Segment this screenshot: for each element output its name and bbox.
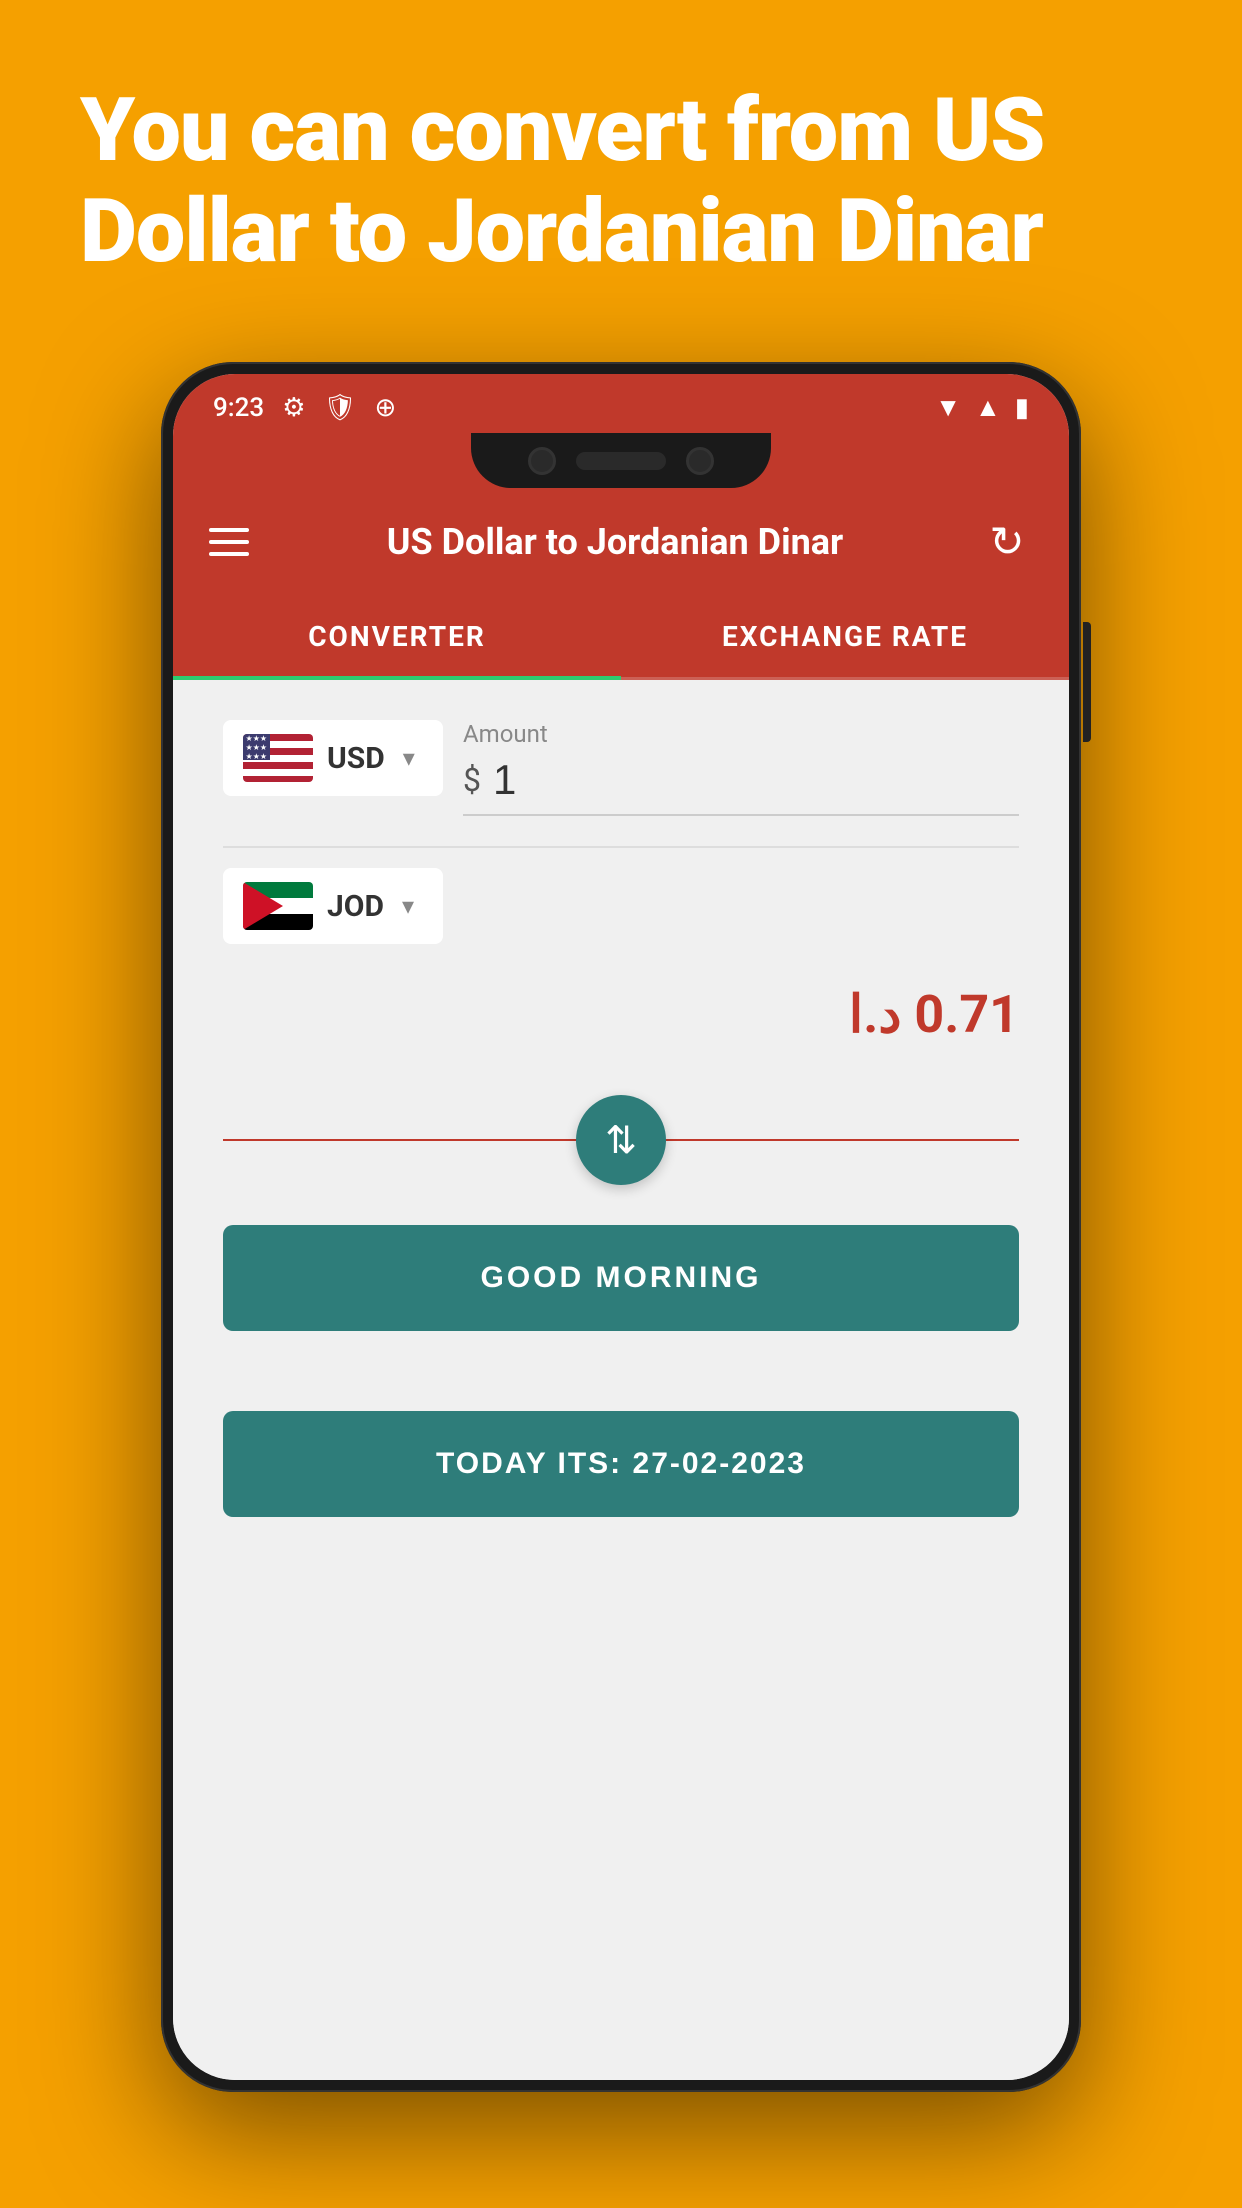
status-right: ▼ ▲ ▮ (935, 392, 1029, 423)
phone-frame: 9:23 ⚙ 🛡 ⊕ ▼ ▲ ▮ (161, 362, 1081, 2092)
tab-exchange-rate[interactable]: EXCHANGE RATE (621, 596, 1069, 677)
tab-converter[interactable]: CONVERTER (173, 596, 621, 677)
hamburger-menu[interactable] (209, 528, 249, 556)
swap-container: ⇅ (223, 1095, 1019, 1185)
wifi-icon: ▼ (935, 392, 961, 423)
hamburger-line-3 (209, 552, 249, 556)
amount-input-row: $ (463, 756, 1019, 816)
converter-content: ★★★★★★★★★ USD ▾ Amount $ (173, 680, 1069, 2080)
usd-selector[interactable]: ★★★★★★★★★ USD ▾ (223, 720, 443, 796)
status-time: 9:23 (213, 393, 264, 423)
swap-arrows-icon: ⇅ (605, 1118, 637, 1163)
jod-flag (243, 882, 313, 930)
usd-stripe-7 (243, 776, 313, 783)
app-title: US Dollar to Jordanian Dinar (387, 521, 843, 563)
earpiece-speaker (576, 452, 666, 470)
battery-icon: ▮ (1015, 393, 1029, 423)
hero-text: You can convert from US Dollar to Jordan… (0, 0, 1242, 342)
amount-section: Amount $ (463, 720, 1019, 816)
notch-area (173, 433, 1069, 488)
status-bar: 9:23 ⚙ 🛡 ⊕ ▼ ▲ ▮ (173, 374, 1069, 433)
shield-icon: 🛡 (324, 393, 357, 423)
today-date-button[interactable]: TODAY ITS: 27-02-2023 (223, 1411, 1019, 1517)
tab-bar: CONVERTER EXCHANGE RATE (173, 596, 1069, 680)
usd-symbol: $ (463, 761, 481, 799)
amount-input[interactable] (493, 756, 693, 804)
front-camera-right (686, 447, 714, 475)
gear-icon: ⚙ (282, 393, 305, 423)
jod-result: 0.71 د.ا (223, 974, 1019, 1065)
refresh-button[interactable]: ↻ (981, 516, 1033, 568)
phone-screen: 9:23 ⚙ 🛡 ⊕ ▼ ▲ ▮ (173, 374, 1069, 2080)
notch (471, 433, 771, 488)
jod-code: JOD (327, 889, 384, 924)
usd-stripe-5 (243, 762, 313, 769)
jod-selector[interactable]: JOD ▾ (223, 868, 443, 944)
front-camera-left (528, 447, 556, 475)
usd-dropdown-arrow[interactable]: ▾ (403, 744, 415, 772)
hamburger-line-1 (209, 528, 249, 532)
jod-row: JOD ▾ (223, 868, 1019, 944)
usd-stripe-6 (243, 769, 313, 776)
usd-stars: ★★★★★★★★★ (246, 734, 268, 760)
swap-button[interactable]: ⇅ (576, 1095, 666, 1185)
jod-flag-triangle (243, 882, 283, 930)
app-bar: US Dollar to Jordanian Dinar ↻ (173, 488, 1069, 596)
signal-icon: ▲ (975, 392, 1001, 423)
usd-flag: ★★★★★★★★★ (243, 734, 313, 782)
amount-label: Amount (463, 720, 1019, 748)
jod-dropdown-arrow[interactable]: ▾ (402, 892, 414, 920)
usd-code: USD (327, 741, 385, 776)
phone-mockup: 9:23 ⚙ 🛡 ⊕ ▼ ▲ ▮ (151, 342, 1091, 2208)
status-left: 9:23 ⚙ 🛡 ⊕ (213, 393, 396, 423)
hamburger-line-2 (209, 540, 249, 544)
greeting-button[interactable]: GOOD MORNING (223, 1225, 1019, 1331)
usd-canton: ★★★★★★★★★ (243, 734, 270, 760)
usd-row: ★★★★★★★★★ USD ▾ Amount $ (223, 720, 1019, 816)
divider-1 (223, 846, 1019, 848)
person-icon: ⊕ (375, 393, 397, 423)
